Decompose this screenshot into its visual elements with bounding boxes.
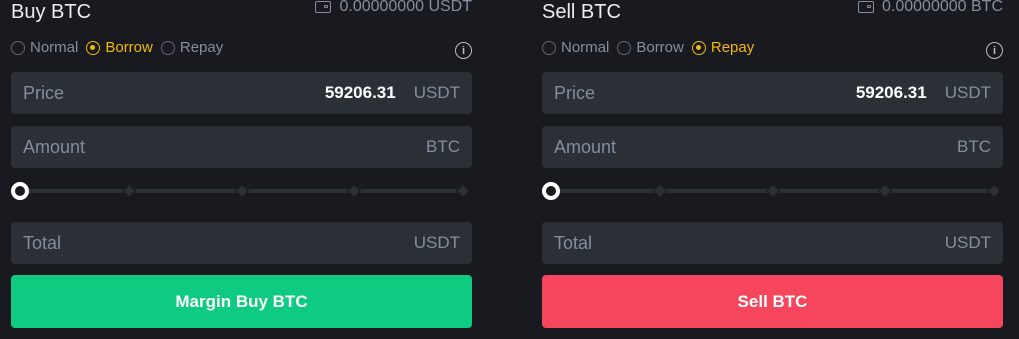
radio-selected-icon bbox=[691, 40, 706, 55]
sell-mode-borrow-label: Borrow bbox=[636, 39, 684, 56]
sell-amount-unit: BTC bbox=[957, 137, 991, 156]
sell-mode-normal[interactable]: Normal bbox=[542, 39, 609, 56]
sell-mode-repay-label: Repay bbox=[710, 39, 755, 56]
radio-icon bbox=[542, 40, 556, 55]
sell-mode-borrow[interactable]: Borrow bbox=[617, 39, 684, 56]
slider-step-75[interactable] bbox=[346, 183, 362, 199]
wallet-icon bbox=[315, 1, 332, 13]
sell-balance: 0.00000000 BTC bbox=[858, 0, 1003, 16]
buy-mode-borrow[interactable]: Borrow bbox=[86, 39, 153, 56]
slider-step-25[interactable] bbox=[121, 183, 137, 199]
slider-step-50[interactable] bbox=[765, 183, 781, 199]
sell-title: Sell BTC bbox=[542, 1, 621, 23]
sell-total-input[interactable]: Total USDT bbox=[542, 222, 1003, 264]
sell-price-label: Price bbox=[554, 82, 596, 103]
margin-buy-button[interactable]: Margin Buy BTC bbox=[11, 275, 472, 328]
sell-amount-slider[interactable] bbox=[542, 182, 1003, 200]
sell-mode-selector: Normal Borrow Repay bbox=[542, 39, 754, 56]
slider-step-100[interactable] bbox=[986, 183, 1002, 199]
buy-mode-repay-label: Repay bbox=[179, 39, 224, 56]
info-icon[interactable]: i bbox=[455, 42, 472, 59]
slider-step-50[interactable] bbox=[234, 183, 250, 199]
buy-price-input[interactable]: Price 59206.31 USDT bbox=[11, 72, 472, 114]
sell-balance-value: 0.00000000 BTC bbox=[882, 0, 1003, 15]
radio-selected-icon bbox=[86, 40, 101, 55]
buy-amount-label: Amount bbox=[23, 136, 86, 157]
buy-amount-input[interactable]: Amount BTC bbox=[11, 126, 472, 168]
buy-price-unit: USDT bbox=[413, 83, 460, 102]
slider-step-75[interactable] bbox=[877, 183, 893, 199]
wallet-icon bbox=[858, 1, 875, 13]
sell-panel: Sell BTC 0.00000000 BTC Normal Borrow Re… bbox=[542, 0, 1003, 339]
buy-balance: 0.00000000 USDT bbox=[315, 0, 472, 16]
radio-icon bbox=[11, 40, 25, 55]
buy-price-label: Price bbox=[23, 82, 65, 103]
slider-step-25[interactable] bbox=[652, 183, 668, 199]
buy-total-label: Total bbox=[23, 232, 62, 253]
sell-mode-repay[interactable]: Repay bbox=[691, 39, 755, 56]
buy-mode-borrow-label: Borrow bbox=[105, 39, 153, 56]
buy-mode-selector: Normal Borrow Repay bbox=[11, 39, 223, 56]
slider-handle[interactable] bbox=[11, 182, 29, 200]
sell-button[interactable]: Sell BTC bbox=[542, 275, 1003, 328]
buy-amount-slider[interactable] bbox=[11, 182, 472, 200]
buy-mode-normal[interactable]: Normal bbox=[11, 39, 78, 56]
buy-total-input[interactable]: Total USDT bbox=[11, 222, 472, 264]
slider-handle[interactable] bbox=[542, 182, 560, 200]
sell-total-unit: USDT bbox=[944, 233, 991, 252]
sell-amount-label: Amount bbox=[554, 136, 617, 157]
buy-title: Buy BTC bbox=[11, 1, 92, 23]
radio-icon bbox=[160, 40, 175, 55]
sell-price-value: 59206.31 bbox=[855, 83, 927, 102]
buy-amount-unit: BTC bbox=[426, 137, 460, 156]
slider-step-100[interactable] bbox=[455, 183, 471, 199]
radio-icon bbox=[617, 40, 632, 55]
sell-price-unit: USDT bbox=[944, 83, 991, 102]
buy-mode-repay[interactable]: Repay bbox=[160, 39, 224, 56]
margin-order-form: Buy BTC 0.00000000 USDT Normal Borrow Re… bbox=[0, 0, 1019, 339]
sell-mode-normal-label: Normal bbox=[561, 39, 610, 56]
buy-panel: Buy BTC 0.00000000 USDT Normal Borrow Re… bbox=[11, 0, 472, 339]
sell-amount-input[interactable]: Amount BTC bbox=[542, 126, 1003, 168]
sell-price-input[interactable]: Price 59206.31 USDT bbox=[542, 72, 1003, 114]
buy-mode-normal-label: Normal bbox=[30, 39, 79, 56]
sell-total-label: Total bbox=[554, 232, 593, 253]
buy-total-unit: USDT bbox=[413, 233, 460, 252]
info-icon[interactable]: i bbox=[986, 42, 1003, 59]
buy-balance-value: 0.00000000 USDT bbox=[339, 0, 472, 15]
buy-price-value: 59206.31 bbox=[324, 83, 396, 102]
